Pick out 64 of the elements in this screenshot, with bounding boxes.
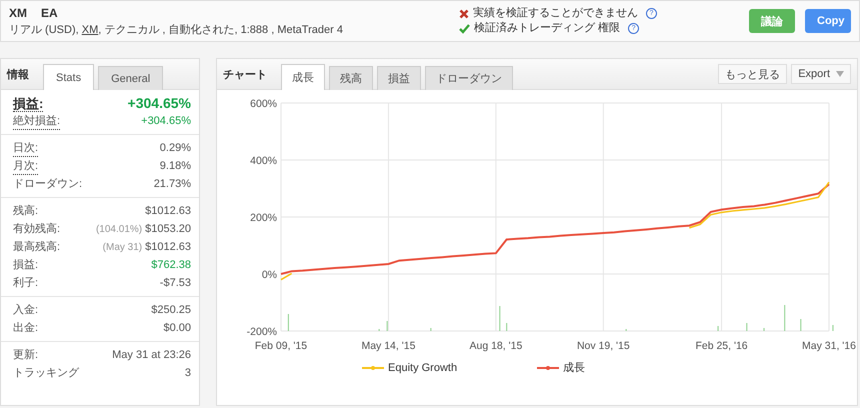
- stat-label: 絶対損益:: [13, 114, 60, 130]
- stat-label: トラッキング: [13, 366, 79, 381]
- y-tick-label: -200%: [246, 326, 277, 338]
- panel-title: チャート: [223, 68, 268, 82]
- x-tick-label: Feb 09, '15: [254, 340, 308, 352]
- chart-tab[interactable]: ドローダウン: [425, 66, 513, 90]
- y-tick-label: 600%: [250, 98, 277, 110]
- copy-button[interactable]: Copy: [805, 9, 851, 33]
- stat-value: $762.38: [151, 259, 191, 271]
- verification-status: 検証済みトレーディング 権限: [474, 21, 620, 36]
- stat-value: 0.29%: [160, 142, 191, 154]
- stat-label: 損益:: [13, 258, 38, 273]
- stat-value: May 31 at 23:26: [112, 349, 191, 361]
- stat-label: 有効残高:: [13, 222, 60, 237]
- panel-title: 情報: [7, 68, 30, 82]
- stat-label: ドローダウン:: [13, 177, 82, 192]
- x-tick-label: Feb 25, '16: [695, 340, 748, 352]
- stat-value: $250.25: [151, 304, 191, 316]
- legend-swatch-icon: [537, 364, 560, 372]
- stat-label: 残高:: [13, 204, 38, 219]
- y-tick-label: 400%: [250, 155, 277, 167]
- stat-label: 出金:: [13, 321, 38, 336]
- stat-note: (May 31): [102, 242, 142, 253]
- account-info: リアル (USD),: [9, 24, 80, 36]
- stat-value: 3: [184, 367, 191, 379]
- stat-value: +304.65%: [128, 95, 191, 111]
- stat-value: 21.73%: [154, 178, 191, 190]
- stat-value: 9.18%: [160, 160, 191, 172]
- legend-label: 成長: [563, 361, 586, 375]
- stats-tab[interactable]: General: [98, 66, 164, 90]
- broker-link[interactable]: XM: [82, 24, 98, 36]
- stat-value: $0.00: [163, 322, 191, 334]
- account-info: , テクニカル , 自動化された, 1:888 , MetaTrader 4: [98, 24, 343, 36]
- stat-label: 更新:: [13, 348, 38, 363]
- y-tick-label: 0%: [262, 269, 277, 281]
- account-title: XM: [9, 6, 27, 20]
- stat-label: 損益:: [13, 96, 44, 112]
- chart-tab[interactable]: 成長: [281, 64, 325, 90]
- account-subtitle: EA: [41, 6, 58, 20]
- stat-label: 最高残高:: [13, 240, 60, 255]
- more-button[interactable]: もっと見る: [718, 64, 788, 84]
- x-tick-label: May 31, '16: [802, 340, 856, 352]
- stat-value: -$7.53: [160, 277, 191, 289]
- stat-note: (104.01%): [96, 224, 142, 235]
- dropdown-icon: [836, 71, 844, 77]
- stat-value: +304.65%: [141, 115, 191, 127]
- stat-label: 月次:: [13, 159, 38, 175]
- x-tick-label: May 14, '15: [361, 340, 416, 352]
- legend-label: Equity Growth: [388, 362, 458, 374]
- chart-tab[interactable]: 残高: [329, 66, 373, 90]
- verification-status: 実績を検証することができません: [473, 6, 638, 21]
- stats-tab[interactable]: Stats: [43, 64, 94, 90]
- chart-tab[interactable]: 損益: [377, 66, 421, 90]
- x-tick-label: Aug 18, '15: [470, 340, 522, 352]
- legend-swatch-icon: [362, 364, 384, 372]
- export-button[interactable]: Export: [791, 64, 851, 84]
- stat-value: $1012.63: [145, 205, 191, 217]
- stat-label: 入金:: [13, 303, 38, 318]
- x-tick-label: Nov 19, '15: [576, 340, 630, 352]
- stat-label: 日次:: [13, 141, 38, 157]
- stat-label: 利子:: [13, 276, 38, 291]
- stat-value: $1053.20: [145, 223, 191, 235]
- y-tick-label: 200%: [250, 212, 277, 224]
- stat-value: $1012.63: [145, 241, 191, 253]
